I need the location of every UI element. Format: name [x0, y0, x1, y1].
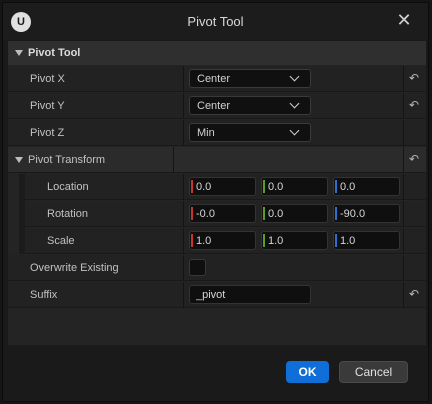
close-icon[interactable]: ✕ [393, 9, 415, 31]
pivot-x-label: Pivot X [30, 73, 65, 85]
ok-button[interactable]: OK [286, 361, 329, 383]
title-bar: U Pivot Tool ✕ [3, 3, 428, 40]
pivot-transform-label: Pivot Transform [28, 154, 106, 166]
pivot-tool-window: U Pivot Tool ✕ Pivot Tool Pivot X Center… [2, 2, 429, 402]
location-x-field[interactable] [189, 177, 256, 196]
triangle-down-icon [15, 50, 23, 56]
row-pivot-y: Pivot Y Center ↶ [8, 93, 426, 119]
rotation-z-input[interactable] [340, 205, 398, 222]
y-axis-indicator [263, 180, 265, 193]
column-divider [403, 228, 404, 254]
scale-z-input[interactable] [340, 232, 398, 249]
pivot-z-label: Pivot Z [30, 127, 65, 139]
location-y-field[interactable] [261, 177, 328, 196]
chevron-down-icon [289, 125, 300, 136]
pivot-x-value: Center [197, 73, 231, 85]
chevron-down-icon [289, 98, 300, 109]
row-overwrite-existing: Overwrite Existing [8, 255, 426, 281]
reset-arrow-icon[interactable]: ↶ [407, 71, 421, 85]
column-divider [183, 93, 184, 119]
row-pivot-x: Pivot X Center ↶ [8, 66, 426, 92]
x-axis-indicator [191, 180, 193, 193]
location-x-input[interactable] [196, 178, 254, 195]
row-suffix: Suffix ↶ [8, 282, 426, 308]
rotation-y-field[interactable] [261, 204, 328, 223]
reset-arrow-icon[interactable]: ↶ [407, 152, 421, 166]
overwrite-existing-checkbox[interactable] [189, 259, 206, 276]
column-divider [183, 201, 184, 227]
row-scale: Scale [25, 228, 426, 254]
column-divider [403, 120, 404, 146]
column-divider [403, 255, 404, 281]
column-divider [403, 66, 404, 92]
z-axis-indicator [335, 180, 337, 193]
y-axis-indicator [263, 234, 265, 247]
scale-z-field[interactable] [333, 231, 400, 250]
rotation-label: Rotation [47, 208, 88, 220]
overwrite-existing-label: Overwrite Existing [30, 262, 119, 274]
category-pivot-tool[interactable]: Pivot Tool [8, 41, 426, 65]
column-divider [403, 93, 404, 119]
scale-y-field[interactable] [261, 231, 328, 250]
scale-label: Scale [47, 235, 75, 247]
row-location: Location [25, 174, 426, 200]
cancel-button[interactable]: Cancel [339, 361, 408, 383]
scale-x-input[interactable] [196, 232, 254, 249]
location-label: Location [47, 181, 89, 193]
rotation-z-field[interactable] [333, 204, 400, 223]
row-rotation: Rotation [25, 201, 426, 227]
column-divider [183, 282, 184, 308]
x-axis-indicator [191, 234, 193, 247]
column-divider [183, 66, 184, 92]
pivot-y-value: Center [197, 100, 231, 112]
column-divider [173, 147, 174, 173]
pivot-z-dropdown[interactable]: Min [189, 123, 311, 142]
z-axis-indicator [335, 207, 337, 220]
window-title: Pivot Tool [187, 14, 244, 29]
column-divider [403, 201, 404, 227]
reset-arrow-icon[interactable]: ↶ [407, 98, 421, 112]
scale-y-input[interactable] [268, 232, 326, 249]
y-axis-indicator [263, 207, 265, 220]
suffix-input[interactable] [196, 286, 306, 303]
rotation-x-field[interactable] [189, 204, 256, 223]
rotation-x-input[interactable] [196, 205, 254, 222]
column-divider [183, 174, 184, 200]
z-axis-indicator [335, 234, 337, 247]
location-y-input[interactable] [268, 178, 326, 195]
reset-arrow-icon[interactable]: ↶ [407, 287, 421, 301]
rotation-y-input[interactable] [268, 205, 326, 222]
scale-x-field[interactable] [189, 231, 256, 250]
column-divider [183, 228, 184, 254]
column-divider [403, 174, 404, 200]
x-axis-indicator [191, 207, 193, 220]
location-z-input[interactable] [340, 178, 398, 195]
column-divider [403, 147, 404, 173]
suffix-field[interactable] [189, 285, 311, 304]
location-z-field[interactable] [333, 177, 400, 196]
pivot-y-label: Pivot Y [30, 100, 65, 112]
pivot-y-dropdown[interactable]: Center [189, 96, 311, 115]
pivot-x-dropdown[interactable]: Center [189, 69, 311, 88]
triangle-down-icon [15, 157, 23, 163]
category-label: Pivot Tool [28, 47, 81, 59]
suffix-label: Suffix [30, 289, 58, 301]
row-pivot-z: Pivot Z Min [8, 120, 426, 146]
column-divider [183, 255, 184, 281]
chevron-down-icon [289, 71, 300, 82]
details-panel: Pivot Tool Pivot X Center ↶ Pivot Y Cent… [8, 41, 426, 345]
column-divider [403, 282, 404, 308]
column-divider [183, 120, 184, 146]
pivot-z-value: Min [197, 127, 215, 139]
group-pivot-transform[interactable]: Pivot Transform ↶ [8, 147, 426, 173]
